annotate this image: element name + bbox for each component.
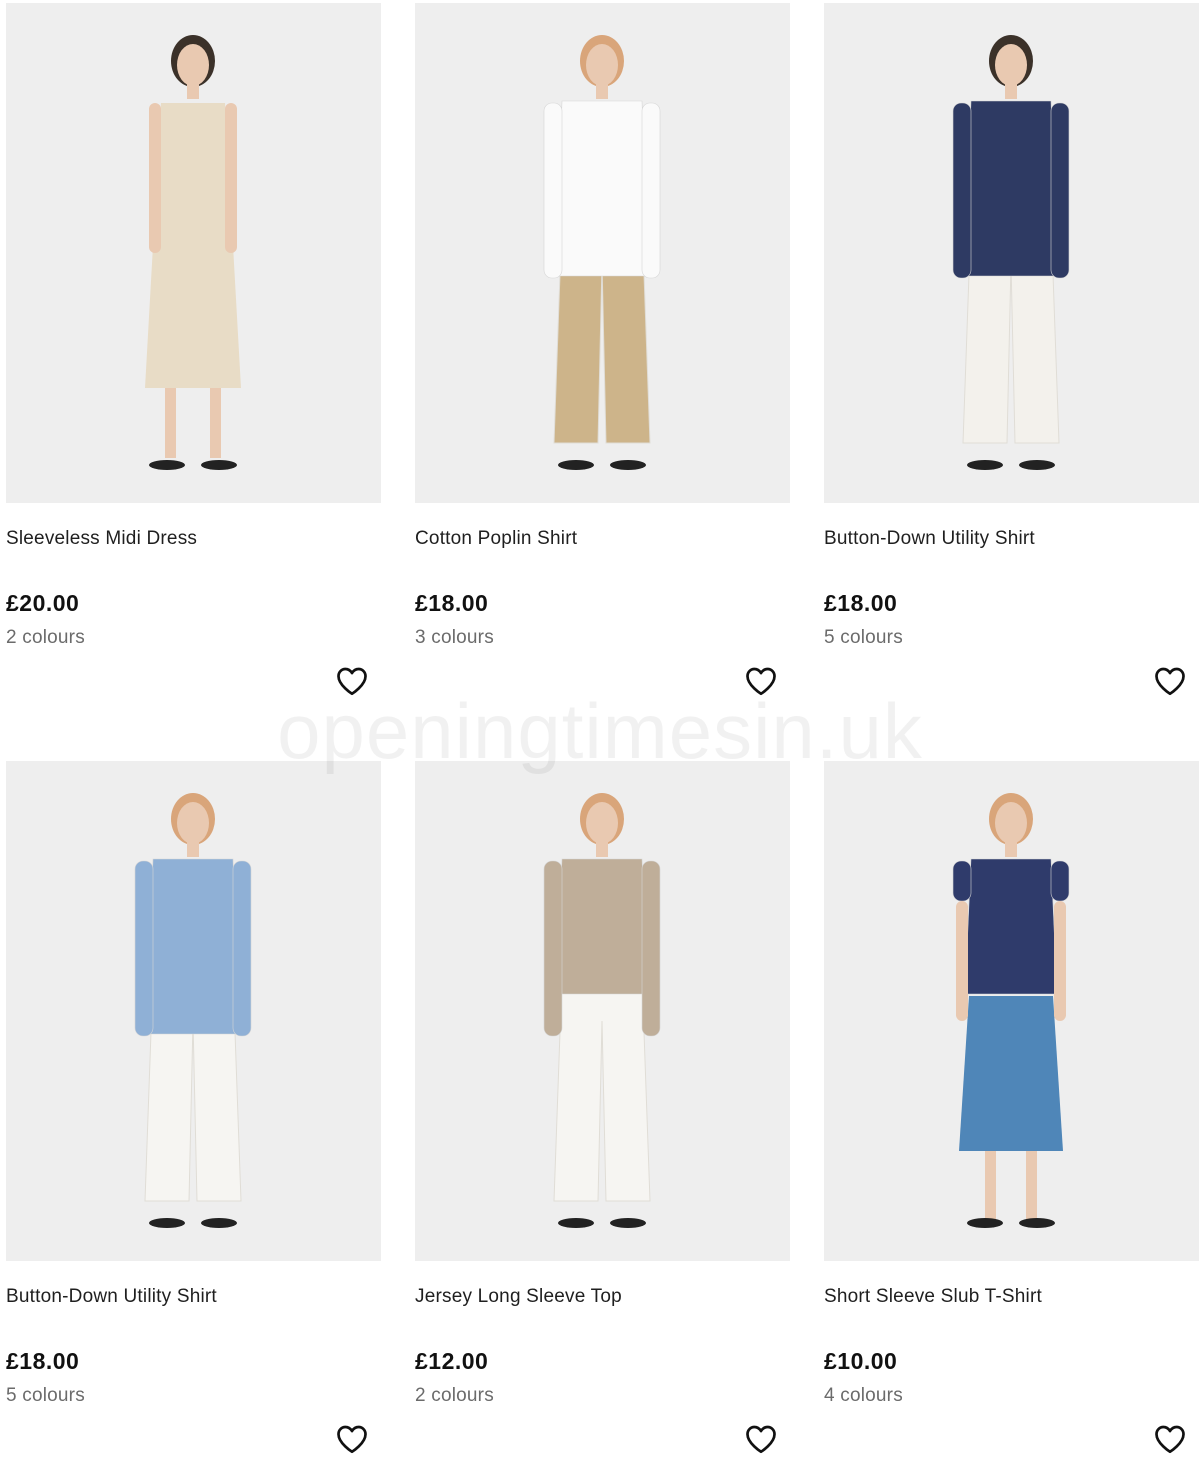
product-card[interactable]: Sleeveless Midi Dress £20.00 2 colours [6, 3, 381, 696]
product-price: £10.00 [824, 1348, 898, 1374]
leg [210, 388, 221, 458]
neck [187, 83, 199, 99]
product-price: £18.00 [415, 590, 489, 616]
shoe [558, 1218, 594, 1228]
model-figure [952, 793, 1070, 1228]
product-card[interactable]: Short Sleeve Slub T-Shirt £10.00 4 colou… [824, 761, 1199, 1454]
model-figure [952, 35, 1070, 470]
product-card[interactable]: Button-Down Utility Shirt £18.00 5 colou… [824, 3, 1199, 696]
head [586, 44, 618, 86]
product-name[interactable]: Jersey Long Sleeve Top [415, 1286, 622, 1308]
shoe [149, 1218, 185, 1228]
neck [596, 841, 608, 857]
watermark-text: openingtimesin.uk [277, 687, 923, 775]
shoe [967, 460, 1003, 470]
product-image[interactable] [6, 761, 381, 1261]
wishlist-heart-icon[interactable] [1152, 1421, 1188, 1457]
top [964, 100, 1058, 277]
shoe [201, 460, 237, 470]
shoe [610, 1218, 646, 1228]
model-figure [145, 35, 241, 470]
sleeve [543, 860, 563, 1037]
leg [985, 1151, 996, 1221]
product-card[interactable]: Cotton Poplin Shirt £18.00 3 colours [415, 3, 790, 696]
sleeve [952, 860, 972, 902]
shoe [1019, 1218, 1055, 1228]
product-image[interactable] [415, 761, 790, 1261]
trousers [553, 975, 651, 1202]
sleeve [1050, 860, 1070, 902]
product-colour-count: 3 colours [415, 627, 494, 648]
head [586, 802, 618, 844]
product-image[interactable] [824, 761, 1199, 1261]
shoe [967, 1218, 1003, 1228]
product-name[interactable]: Sleeveless Midi Dress [6, 528, 197, 550]
head [177, 802, 209, 844]
product-price: £18.00 [6, 1348, 80, 1374]
sleeve [641, 102, 661, 279]
product-price: £18.00 [824, 590, 898, 616]
product-price: £20.00 [6, 590, 80, 616]
product-image[interactable] [6, 3, 381, 503]
wishlist-heart-icon[interactable] [743, 1421, 779, 1457]
sleeve [641, 860, 661, 1037]
top [146, 858, 240, 1035]
skirt [959, 996, 1063, 1151]
product-grid: Sleeveless Midi Dress £20.00 2 colours C… [0, 0, 1200, 1458]
top [964, 858, 1058, 995]
product-card[interactable]: Button-Down Utility Shirt £18.00 5 colou… [6, 761, 381, 1454]
neck [1005, 83, 1017, 99]
leg [165, 388, 176, 458]
shoe [558, 460, 594, 470]
arm [149, 103, 161, 253]
arm [225, 103, 237, 253]
product-colour-count: 5 colours [6, 1385, 85, 1406]
top [555, 858, 649, 995]
product-name[interactable]: Button-Down Utility Shirt [824, 528, 1035, 550]
wishlist-heart-icon[interactable] [334, 1421, 370, 1457]
wishlist-heart-icon[interactable] [1152, 663, 1188, 699]
product-card[interactable]: Jersey Long Sleeve Top £12.00 2 colours [415, 761, 790, 1454]
product-colour-count: 2 colours [415, 1385, 494, 1406]
arm [1054, 901, 1066, 1021]
sleeve [952, 102, 972, 279]
top [555, 100, 649, 277]
arm [956, 901, 968, 1021]
neck [187, 841, 199, 857]
model-figure [543, 793, 661, 1228]
head [995, 802, 1027, 844]
sleeve [232, 860, 252, 1037]
model-figure [543, 35, 661, 470]
product-price: £12.00 [415, 1348, 489, 1374]
product-image[interactable] [824, 3, 1199, 503]
product-colour-count: 5 colours [824, 627, 903, 648]
sleeve [134, 860, 154, 1037]
product-name[interactable]: Button-Down Utility Shirt [6, 1286, 217, 1308]
neck [1005, 841, 1017, 857]
neck [596, 83, 608, 99]
shoe [610, 460, 646, 470]
shoe [1019, 460, 1055, 470]
sleeve [543, 102, 563, 279]
head [995, 44, 1027, 86]
product-colour-count: 4 colours [824, 1385, 903, 1406]
shoe [149, 460, 185, 470]
shoe [201, 1218, 237, 1228]
leg [1026, 1151, 1037, 1221]
model-figure [134, 793, 252, 1228]
product-name[interactable]: Cotton Poplin Shirt [415, 528, 577, 550]
product-image[interactable] [415, 3, 790, 503]
sleeve [1050, 102, 1070, 279]
product-name[interactable]: Short Sleeve Slub T-Shirt [824, 1286, 1042, 1308]
head [177, 44, 209, 86]
product-colour-count: 2 colours [6, 627, 85, 648]
